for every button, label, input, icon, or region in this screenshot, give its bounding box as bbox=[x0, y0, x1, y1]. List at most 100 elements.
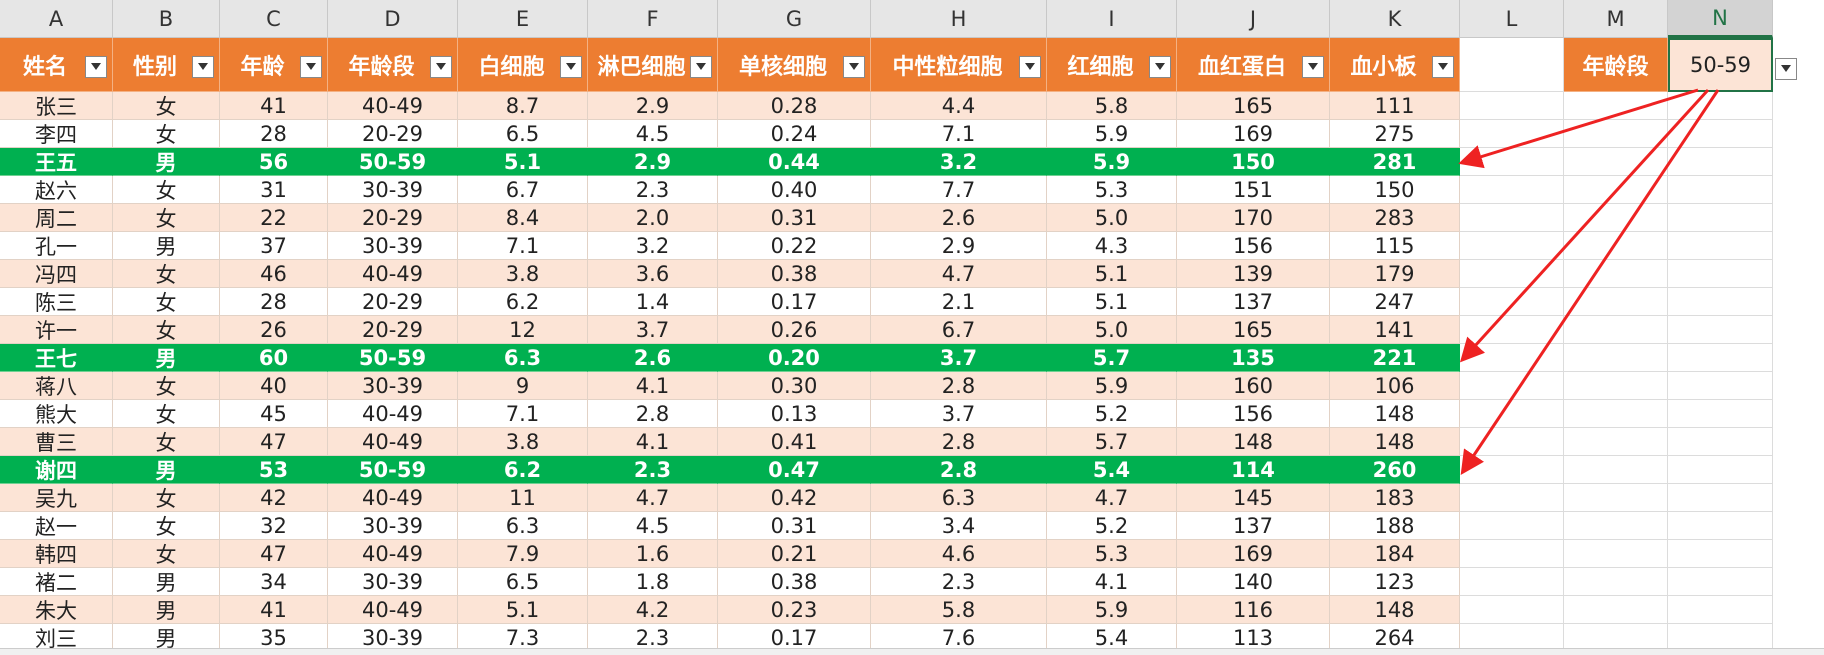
empty-cell[interactable] bbox=[1564, 316, 1668, 344]
empty-cell[interactable] bbox=[1460, 372, 1564, 400]
table-cell[interactable]: 47 bbox=[220, 428, 328, 456]
empty-cell[interactable] bbox=[1460, 344, 1564, 372]
column-header-j[interactable]: J bbox=[1177, 0, 1330, 38]
table-cell[interactable]: 3.7 bbox=[871, 400, 1047, 428]
table-cell[interactable]: 184 bbox=[1330, 540, 1460, 568]
table-cell[interactable]: 11 bbox=[458, 484, 588, 512]
table-cell[interactable]: 115 bbox=[1330, 232, 1460, 260]
highlighted-row-cell[interactable]: 王七 bbox=[0, 344, 113, 372]
empty-cell[interactable] bbox=[1460, 260, 1564, 288]
highlighted-row-cell[interactable]: 5.1 bbox=[458, 148, 588, 176]
empty-cell[interactable] bbox=[1668, 176, 1773, 204]
table-cell[interactable]: 140 bbox=[1177, 568, 1330, 596]
table-cell[interactable]: 30-39 bbox=[328, 232, 458, 260]
table-cell[interactable]: 170 bbox=[1177, 204, 1330, 232]
empty-cell[interactable] bbox=[1460, 428, 1564, 456]
table-cell[interactable]: 2.8 bbox=[871, 372, 1047, 400]
table-cell[interactable]: 女 bbox=[113, 120, 220, 148]
table-cell[interactable]: 0.13 bbox=[718, 400, 871, 428]
highlighted-row-cell[interactable]: 男 bbox=[113, 344, 220, 372]
filter-dropdown-icon[interactable] bbox=[1302, 56, 1324, 78]
column-header-h[interactable]: H bbox=[871, 0, 1047, 38]
table-cell[interactable]: 5.9 bbox=[1047, 120, 1177, 148]
table-cell[interactable]: 40-49 bbox=[328, 260, 458, 288]
table-cell[interactable]: 9 bbox=[458, 372, 588, 400]
table-cell[interactable]: 8.7 bbox=[458, 92, 588, 120]
highlighted-row-cell[interactable]: 6.2 bbox=[458, 456, 588, 484]
table-cell[interactable]: 37 bbox=[220, 232, 328, 260]
empty-cell[interactable] bbox=[1564, 232, 1668, 260]
table-cell[interactable]: 周二 bbox=[0, 204, 113, 232]
table-cell[interactable]: 0.42 bbox=[718, 484, 871, 512]
chevron-down-icon[interactable] bbox=[1775, 58, 1797, 80]
table-cell[interactable]: 41 bbox=[220, 92, 328, 120]
table-cell[interactable]: 0.31 bbox=[718, 204, 871, 232]
empty-cell[interactable] bbox=[1564, 428, 1668, 456]
empty-cell[interactable] bbox=[1564, 540, 1668, 568]
highlighted-row-cell[interactable]: 5.9 bbox=[1047, 148, 1177, 176]
table-cell[interactable]: 188 bbox=[1330, 512, 1460, 540]
table-cell[interactable]: 26 bbox=[220, 316, 328, 344]
table-cell[interactable]: 2.8 bbox=[871, 428, 1047, 456]
table-cell[interactable]: 褚二 bbox=[0, 568, 113, 596]
table-cell[interactable]: 5.2 bbox=[1047, 400, 1177, 428]
table-cell[interactable]: 4.6 bbox=[871, 540, 1047, 568]
table-cell[interactable]: 2.9 bbox=[588, 92, 718, 120]
empty-cell[interactable] bbox=[1668, 204, 1773, 232]
filter-dropdown-icon[interactable] bbox=[1432, 56, 1454, 78]
highlighted-row-cell[interactable]: 0.20 bbox=[718, 344, 871, 372]
table-cell[interactable]: 156 bbox=[1177, 400, 1330, 428]
highlighted-row-cell[interactable]: 2.8 bbox=[871, 456, 1047, 484]
table-cell[interactable]: 0.38 bbox=[718, 260, 871, 288]
table-cell[interactable]: 160 bbox=[1177, 372, 1330, 400]
table-cell[interactable]: 40-49 bbox=[328, 92, 458, 120]
highlighted-row-cell[interactable]: 50-59 bbox=[328, 148, 458, 176]
empty-cell[interactable] bbox=[1668, 428, 1773, 456]
table-cell[interactable]: 148 bbox=[1177, 428, 1330, 456]
table-cell[interactable]: 3.7 bbox=[588, 316, 718, 344]
column-header-g[interactable]: G bbox=[718, 0, 871, 38]
table-cell[interactable]: 3.4 bbox=[871, 512, 1047, 540]
column-header-m[interactable]: M bbox=[1564, 0, 1668, 38]
highlighted-row-cell[interactable]: 男 bbox=[113, 148, 220, 176]
table-cell[interactable]: 20-29 bbox=[328, 288, 458, 316]
table-cell[interactable]: 女 bbox=[113, 512, 220, 540]
table-cell[interactable]: 137 bbox=[1177, 288, 1330, 316]
table-cell[interactable]: 赵一 bbox=[0, 512, 113, 540]
table-cell[interactable]: 7.7 bbox=[871, 176, 1047, 204]
table-cell[interactable]: 165 bbox=[1177, 92, 1330, 120]
table-cell[interactable]: 20-29 bbox=[328, 204, 458, 232]
empty-cell[interactable] bbox=[1668, 456, 1773, 484]
table-cell[interactable]: 275 bbox=[1330, 120, 1460, 148]
table-cell[interactable]: 165 bbox=[1177, 316, 1330, 344]
table-cell[interactable]: 183 bbox=[1330, 484, 1460, 512]
table-cell[interactable]: 曹三 bbox=[0, 428, 113, 456]
column-header-n[interactable]: N bbox=[1668, 0, 1773, 38]
table-cell[interactable]: 吴九 bbox=[0, 484, 113, 512]
table-cell[interactable]: 女 bbox=[113, 204, 220, 232]
table-cell[interactable]: 12 bbox=[458, 316, 588, 344]
table-cell[interactable]: 20-29 bbox=[328, 316, 458, 344]
empty-cell[interactable] bbox=[1564, 456, 1668, 484]
table-cell[interactable]: 0.17 bbox=[718, 288, 871, 316]
highlighted-row-cell[interactable]: 0.47 bbox=[718, 456, 871, 484]
table-cell[interactable]: 2.6 bbox=[871, 204, 1047, 232]
empty-cell[interactable] bbox=[1460, 288, 1564, 316]
filter-dropdown-icon[interactable] bbox=[85, 56, 107, 78]
table-cell[interactable]: 6.2 bbox=[458, 288, 588, 316]
table-cell[interactable]: 韩四 bbox=[0, 540, 113, 568]
filter-dropdown-icon[interactable] bbox=[690, 56, 712, 78]
table-cell[interactable]: 30-39 bbox=[328, 512, 458, 540]
empty-cell[interactable] bbox=[1460, 400, 1564, 428]
table-cell[interactable]: 赵六 bbox=[0, 176, 113, 204]
table-cell[interactable]: 4.5 bbox=[588, 120, 718, 148]
table-cell[interactable]: 女 bbox=[113, 372, 220, 400]
empty-cell[interactable] bbox=[1668, 316, 1773, 344]
empty-cell[interactable] bbox=[1460, 38, 1564, 92]
highlighted-row-cell[interactable]: 281 bbox=[1330, 148, 1460, 176]
table-cell[interactable]: 31 bbox=[220, 176, 328, 204]
table-cell[interactable]: 8.4 bbox=[458, 204, 588, 232]
table-cell[interactable]: 30-39 bbox=[328, 372, 458, 400]
highlighted-row-cell[interactable]: 6.3 bbox=[458, 344, 588, 372]
column-header-i[interactable]: I bbox=[1047, 0, 1177, 38]
